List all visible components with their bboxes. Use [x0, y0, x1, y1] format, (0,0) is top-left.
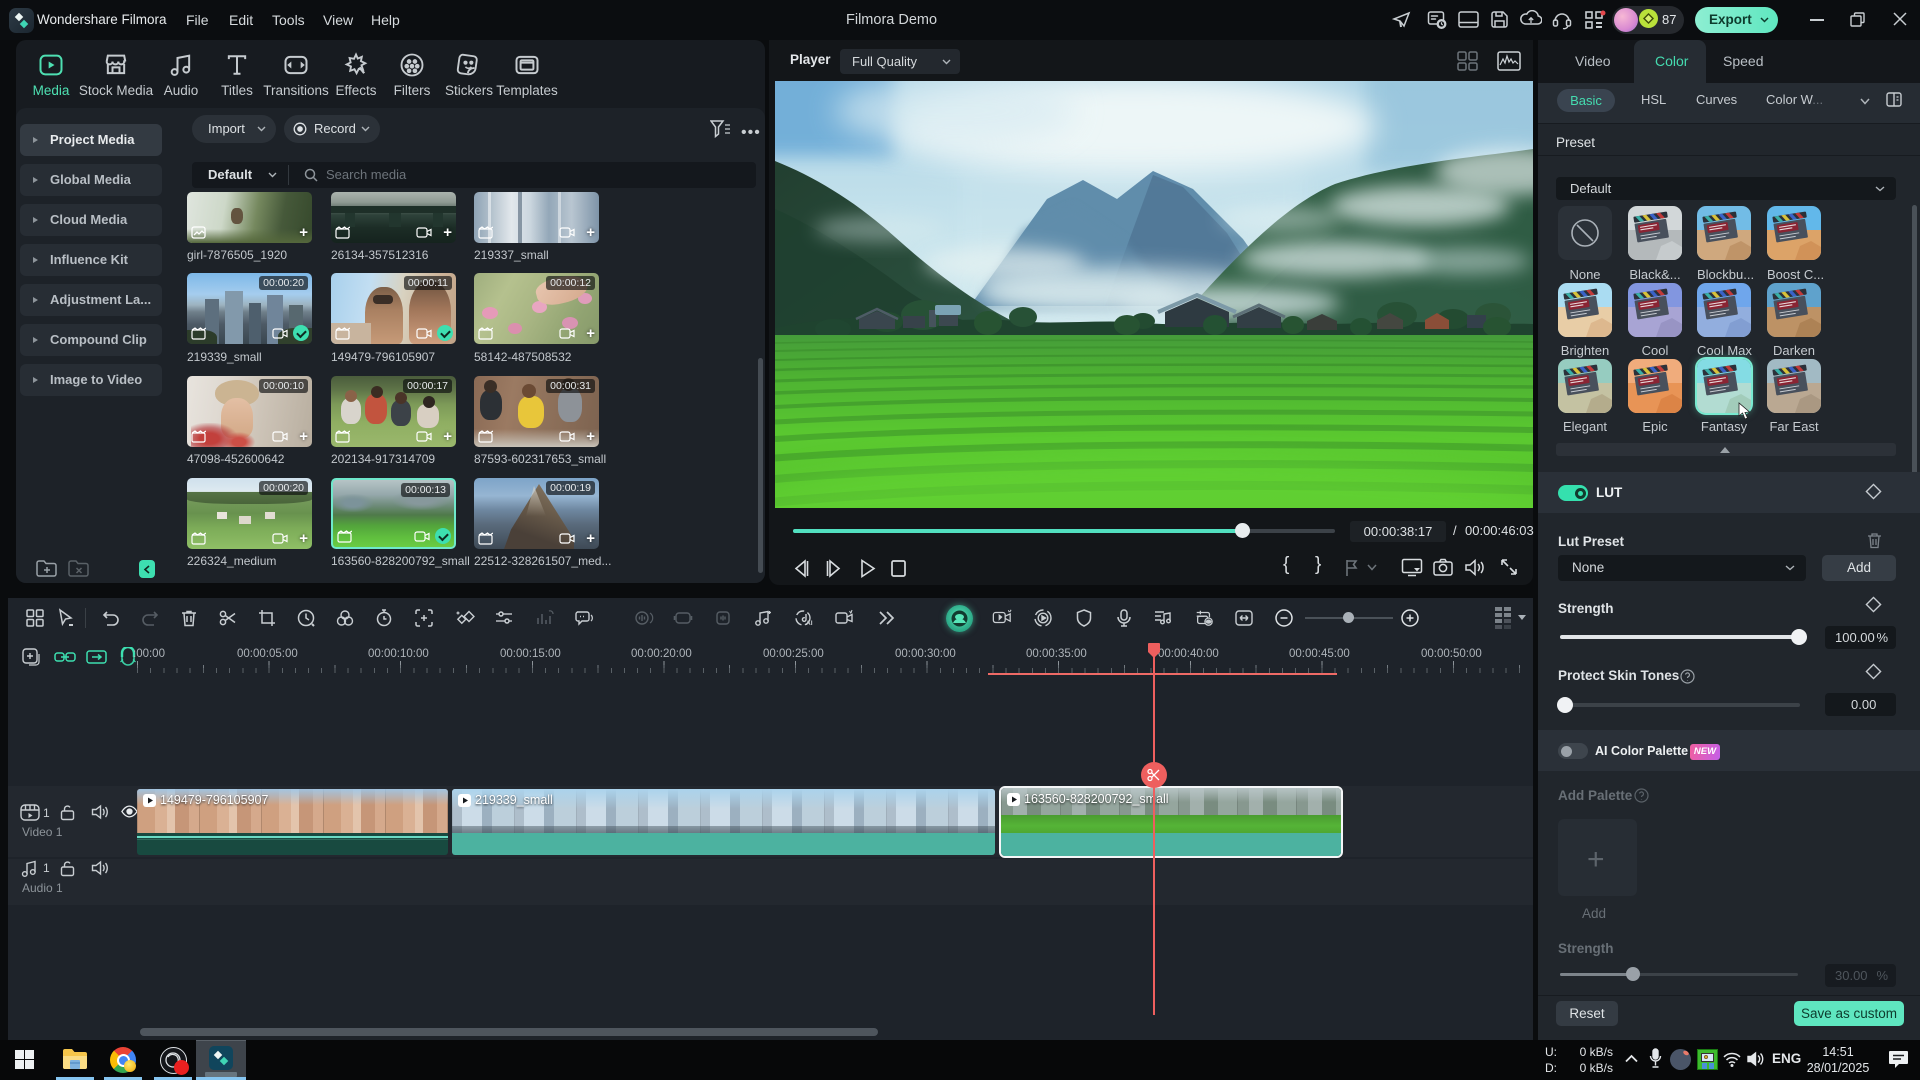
svg-text:AI: AI [806, 620, 813, 627]
